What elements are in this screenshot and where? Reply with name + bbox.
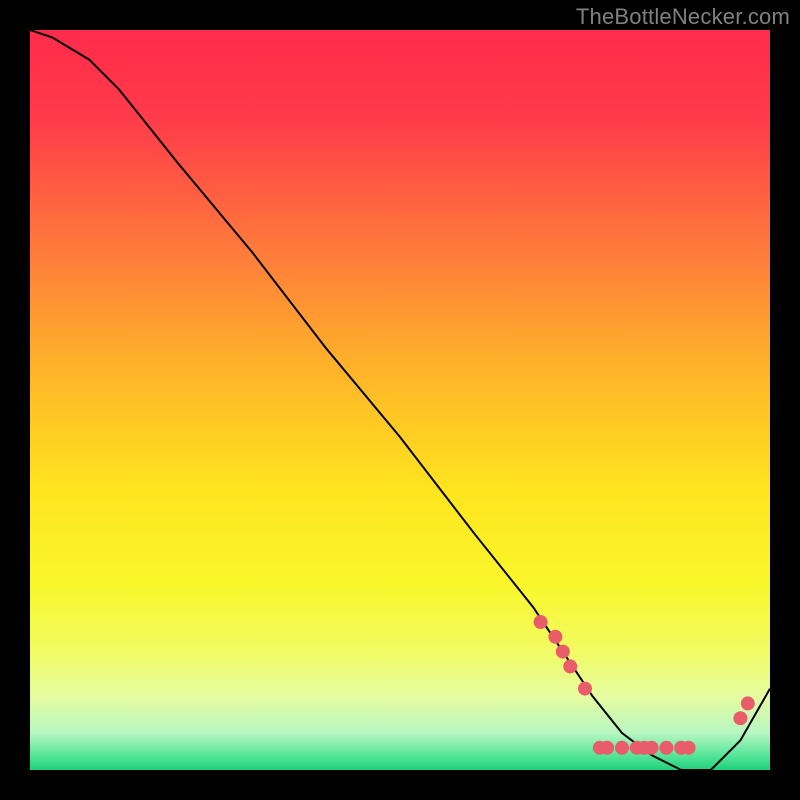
data-marker [578, 682, 592, 696]
data-marker [563, 659, 577, 673]
data-marker [615, 741, 629, 755]
data-marker [600, 741, 614, 755]
data-marker [556, 645, 570, 659]
chart-frame: TheBottleNecker.com [0, 0, 800, 800]
plot-area [30, 30, 770, 770]
data-marker [548, 630, 562, 644]
data-marker [645, 741, 659, 755]
data-marker [733, 711, 747, 725]
chart-background [30, 30, 770, 770]
data-marker [659, 741, 673, 755]
watermark-text: TheBottleNecker.com [576, 4, 790, 30]
data-marker [534, 615, 548, 629]
data-marker [682, 741, 696, 755]
chart-svg [30, 30, 770, 770]
data-marker [741, 696, 755, 710]
